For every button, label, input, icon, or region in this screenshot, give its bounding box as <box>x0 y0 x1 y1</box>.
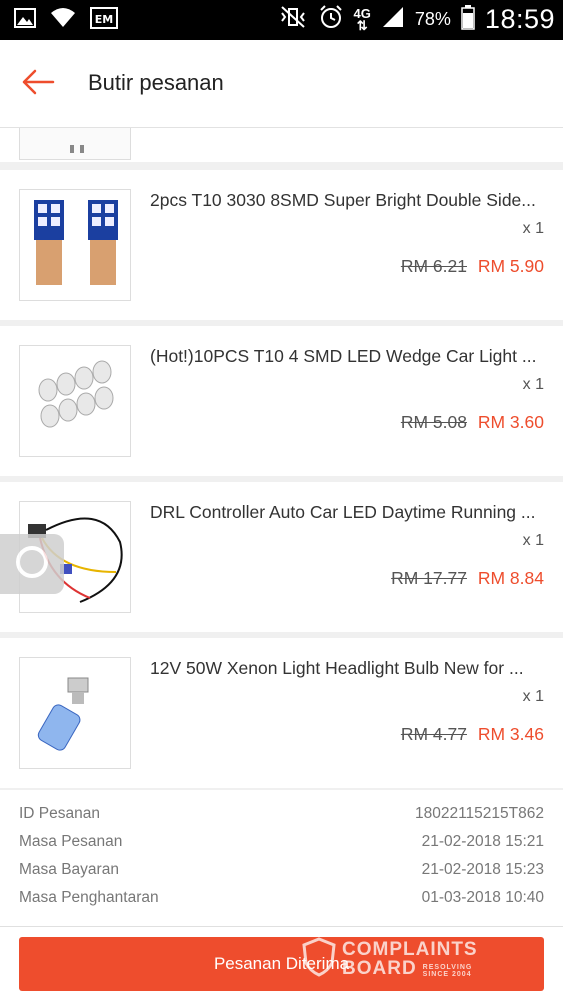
list-item[interactable]: 2pcs T10 3030 8SMD Super Bright Double S… <box>0 170 563 320</box>
floating-assist-handle[interactable] <box>0 534 64 594</box>
mute-vibrate-icon <box>278 5 308 34</box>
page-title: Butir pesanan <box>88 70 224 95</box>
product-price: RM 17.77 RM 8.84 <box>391 568 544 589</box>
network-type: 4G ⇅ <box>353 5 371 33</box>
product-quantity: x 1 <box>522 532 544 549</box>
arrow-left-icon <box>21 69 55 100</box>
product-thumbnail <box>19 128 131 160</box>
battery-percent: 78% <box>414 9 451 29</box>
product-price: RM 5.08 RM 3.60 <box>401 412 544 433</box>
info-label: Masa Pesanan <box>19 833 123 850</box>
order-time-row: Masa Pesanan 21-02-2018 15:21 <box>19 833 544 861</box>
product-name: (Hot!)10PCS T10 4 SMD LED Wedge Car Ligh… <box>150 346 537 366</box>
discounted-price: RM 3.60 <box>477 412 544 432</box>
clock: 18:59 <box>484 4 555 34</box>
battery-icon <box>461 4 475 35</box>
list-item[interactable]: DRL Controller Auto Car LED Daytime Runn… <box>0 482 563 632</box>
circle-icon <box>12 542 52 587</box>
alarm-icon <box>318 4 344 35</box>
product-price: RM 6.21 RM 5.90 <box>401 256 544 277</box>
svg-text:EM: EM <box>95 13 113 26</box>
order-id-row: ID Pesanan 18022115215T862 <box>19 805 544 833</box>
product-quantity: x 1 <box>522 376 544 393</box>
info-label: Masa Bayaran <box>19 861 119 878</box>
list-item[interactable]: 12V 50W Xenon Light Headlight Bulb New f… <box>0 638 563 788</box>
info-value: 21-02-2018 15:23 <box>421 861 544 878</box>
image-icon <box>14 7 36 34</box>
original-price: RM 5.08 <box>400 412 467 432</box>
wifi-icon <box>50 7 76 34</box>
product-thumbnail <box>19 345 131 457</box>
order-info-panel: ID Pesanan 18022115215T862 Masa Pesanan … <box>0 790 563 926</box>
info-value: 01-03-2018 10:40 <box>421 889 544 906</box>
product-thumbnail <box>19 657 131 769</box>
list-item-partial[interactable] <box>0 128 563 162</box>
footer-bar: Pesanan Diterima <box>0 926 563 1000</box>
signal-icon <box>381 5 405 34</box>
discounted-price: RM 5.90 <box>477 256 544 276</box>
order-received-button[interactable]: Pesanan Diterima <box>19 937 544 991</box>
product-thumbnail <box>19 189 131 301</box>
payment-time-row: Masa Bayaran 21-02-2018 15:23 <box>19 861 544 889</box>
info-value: 18022115215T862 <box>414 805 544 822</box>
original-price: RM 17.77 <box>391 568 467 588</box>
info-value: 21-02-2018 15:21 <box>421 833 544 850</box>
status-bar: EM 4G ⇅ 78% 18:59 <box>0 0 563 40</box>
product-quantity: x 1 <box>522 688 544 705</box>
app-bar: Butir pesanan <box>0 40 563 128</box>
info-label: ID Pesanan <box>19 805 100 822</box>
original-price: RM 6.21 <box>400 256 467 276</box>
list-item[interactable]: (Hot!)10PCS T10 4 SMD LED Wedge Car Ligh… <box>0 326 563 476</box>
product-quantity: x 1 <box>522 220 544 237</box>
order-items-list <box>0 128 563 162</box>
em-icon: EM <box>90 7 118 34</box>
back-button[interactable] <box>18 66 58 102</box>
discounted-price: RM 8.84 <box>477 568 544 588</box>
product-name: 12V 50W Xenon Light Headlight Bulb New f… <box>150 658 524 678</box>
info-label: Masa Penghantaran <box>19 889 159 906</box>
product-name: DRL Controller Auto Car LED Daytime Runn… <box>150 502 536 522</box>
product-price: RM 4.77 RM 3.46 <box>401 724 544 745</box>
discounted-price: RM 3.46 <box>477 724 544 744</box>
original-price: RM 4.77 <box>400 724 467 744</box>
delivery-time-row: Masa Penghantaran 01-03-2018 10:40 <box>19 889 544 917</box>
product-name: 2pcs T10 3030 8SMD Super Bright Double S… <box>150 190 536 210</box>
